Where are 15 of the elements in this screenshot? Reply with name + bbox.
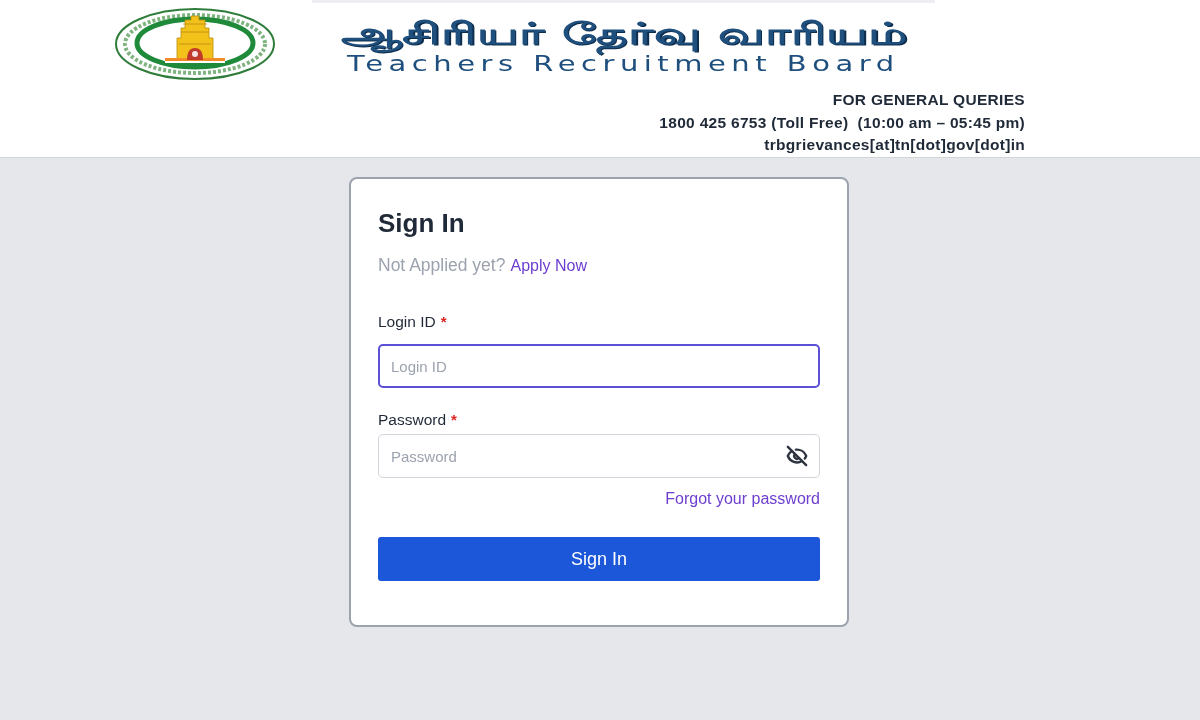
contact-info-line: 1800 425 6753 (Toll Free) (10:00 am – 05:45 pm) bbox=[659, 112, 1025, 133]
contact-info-line: trbgrievances[at]tn[dot]gov[dot]in bbox=[764, 135, 1025, 155]
eye-off-icon[interactable] bbox=[786, 445, 808, 467]
not-applied-prompt: Not Applied yet? bbox=[378, 254, 506, 277]
required-asterisk: * bbox=[440, 313, 447, 330]
login-id-field[interactable]: Login ID bbox=[378, 344, 820, 388]
field-label: Password bbox=[378, 410, 447, 430]
required-asterisk: * bbox=[451, 411, 457, 428]
sign-in-heading: Sign In bbox=[378, 207, 465, 239]
sign-in-button[interactable]: Sign In bbox=[378, 537, 820, 581]
password-field[interactable]: Password bbox=[378, 434, 820, 478]
apply-now-link[interactable]: Apply Now bbox=[510, 255, 587, 277]
forgot-password-link[interactable]: Forgot your password bbox=[665, 488, 820, 510]
contact-info-line: FOR GENERAL QUERIES bbox=[832, 90, 1025, 110]
field-label: Login ID bbox=[378, 312, 436, 332]
